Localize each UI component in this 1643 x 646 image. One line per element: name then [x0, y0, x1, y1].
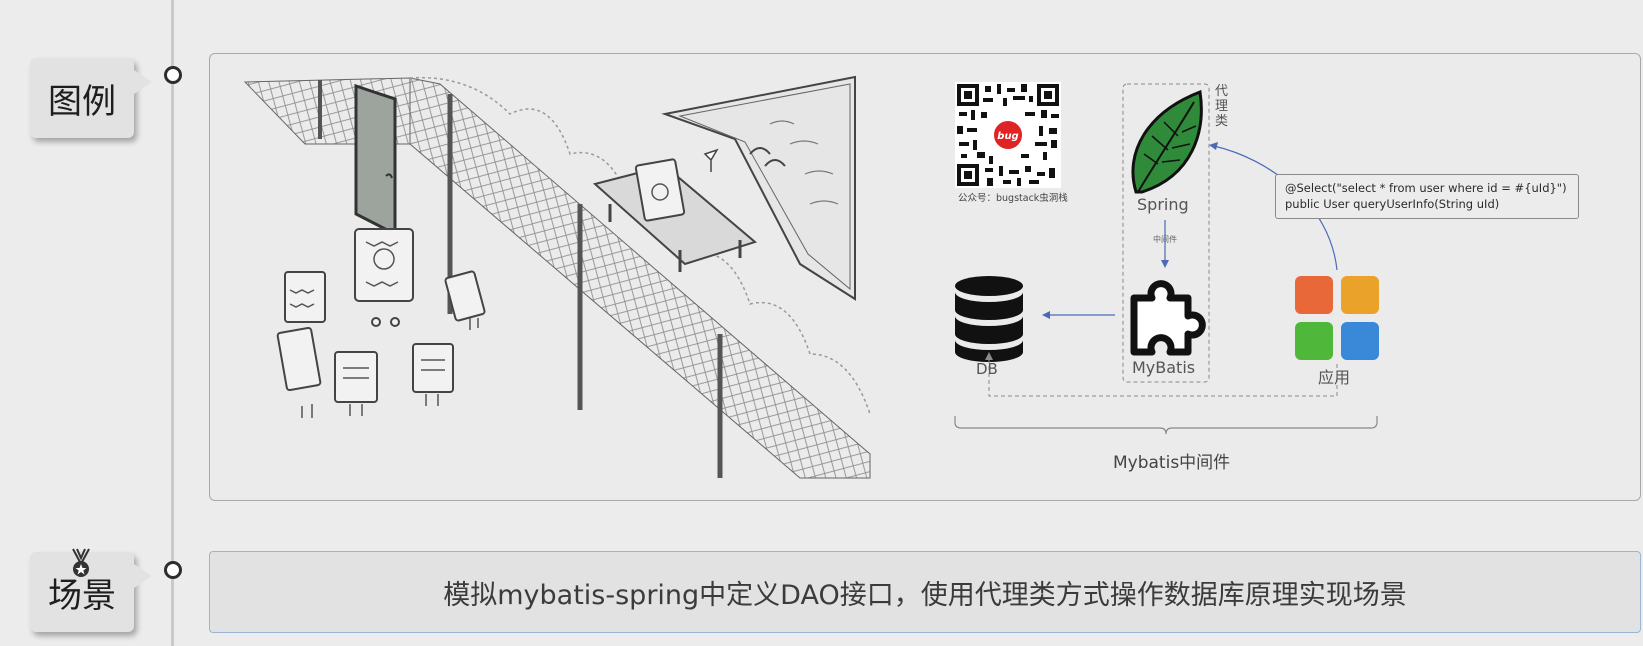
legend-panel: bug 公众号：bugstack虫洞栈 代理类 Spring 中间件 MyBat…: [209, 53, 1641, 501]
database-icon: [955, 276, 1023, 362]
legend-section-tag: 图例: [30, 58, 152, 138]
db-label: DB: [976, 360, 998, 378]
legend-section-label: 图例: [48, 81, 116, 122]
spring-leaf-icon: [1131, 89, 1203, 194]
qr-badge-text: bug: [997, 131, 1018, 142]
mybatis-middleware-label: Mybatis中间件: [1113, 453, 1231, 473]
app-tiles-icon: [1295, 276, 1379, 360]
app-tile-orange: [1295, 276, 1333, 314]
medal-icon: [72, 548, 90, 577]
timeline-node-legend: [164, 66, 182, 84]
mybatis-puzzle-icon: [1130, 280, 1206, 356]
qr-caption: 公众号：bugstack虫洞栈: [958, 193, 1068, 204]
app-tile-yellow: [1341, 276, 1379, 314]
code-annotation-box: @Select("select * from user where id = #…: [1275, 174, 1579, 219]
scene-description-box: 模拟mybatis-spring中定义DAO接口，使用代理类方式操作数据库原理实…: [209, 551, 1641, 633]
proxy-class-label: 代理类: [1215, 84, 1229, 129]
middleware-small-label: 中间件: [1153, 235, 1177, 244]
code-method-line: public User queryUserInfo(String uId): [1285, 197, 1500, 211]
app-tile-green: [1295, 322, 1333, 360]
qr-code: bug: [955, 82, 1061, 188]
mybatis-middleware-brace: [954, 416, 1378, 435]
app-label: 应用: [1318, 368, 1351, 387]
spring-label: Spring: [1137, 195, 1189, 214]
mybatis-label: MyBatis: [1132, 358, 1196, 377]
app-tile-blue: [1341, 322, 1379, 360]
timeline-line: [171, 0, 174, 646]
fence-illustration: [243, 75, 871, 479]
timeline-node-scene: [164, 561, 182, 579]
scene-description-text: 模拟mybatis-spring中定义DAO接口，使用代理类方式操作数据库原理实…: [443, 579, 1407, 611]
code-annotation-line: @Select("select * from user where id = #…: [1285, 181, 1567, 195]
